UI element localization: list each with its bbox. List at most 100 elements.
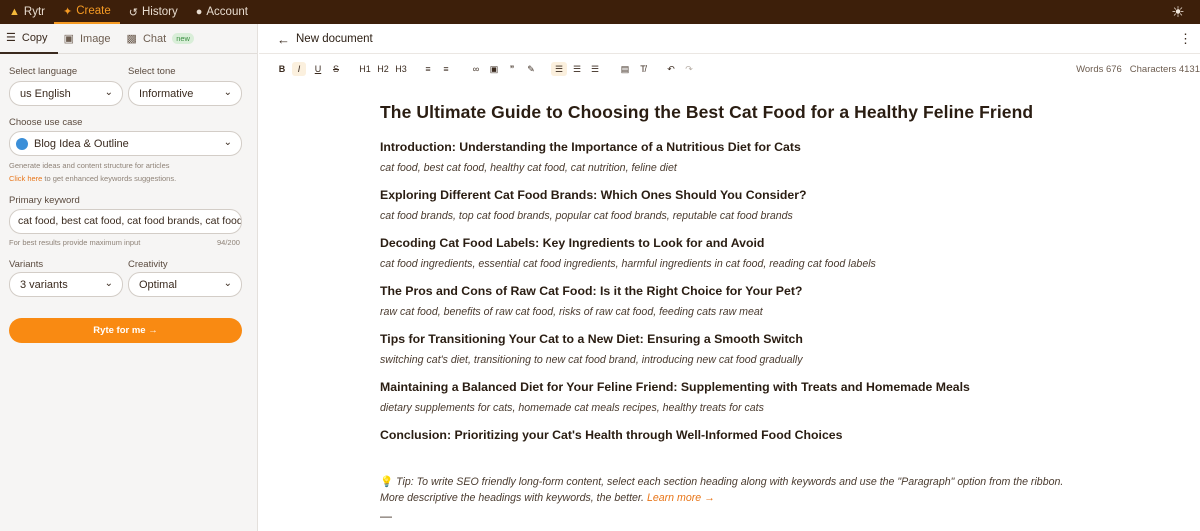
- seo-tip: 💡 Tip: To write SEO friendly long-form c…: [380, 474, 1080, 506]
- tone-select[interactable]: Informative ⌄: [128, 81, 242, 106]
- outline-section: Maintaining a Balanced Diet for Your Fel…: [380, 380, 1080, 414]
- sidebar: ☰ Copy ▣ Image ▩ Chat new Select languag…: [0, 24, 258, 531]
- outline-section: The Pros and Cons of Raw Cat Food: Is it…: [380, 284, 1080, 318]
- tone-value: Informative: [139, 87, 194, 100]
- variants-value: 3 variants: [20, 278, 68, 291]
- section-title: Exploring Different Cat Food Brands: Whi…: [380, 188, 807, 202]
- editor-area: ← New document ⋮ B I U S H1 H2 H3 ≡ ≡ ∞ …: [259, 24, 1200, 531]
- suggestion-text: to get enhanced keywords suggestions.: [42, 174, 177, 183]
- link-icon[interactable]: ∞: [470, 62, 482, 76]
- strike-button[interactable]: S: [330, 62, 342, 76]
- keyword-input[interactable]: cat food, best cat food, cat food brands…: [9, 209, 242, 234]
- bold-button[interactable]: B: [276, 62, 288, 76]
- clear-format-icon[interactable]: T̸: [637, 62, 649, 76]
- tab-chat[interactable]: ▩ Chat new: [121, 24, 204, 54]
- outline-section: Conclusion: Prioritizing your Cat's Heal…: [380, 428, 1080, 442]
- h3-button[interactable]: H3: [393, 62, 409, 76]
- user-icon: ●: [195, 6, 203, 18]
- nav-rytr[interactable]: ▲ Rytr: [0, 0, 54, 24]
- section-keywords: cat food, best cat food, healthy cat foo…: [380, 162, 677, 174]
- section-keywords: raw cat food, benefits of raw cat food, …: [380, 306, 763, 318]
- align-right-icon[interactable]: ☰: [589, 62, 601, 76]
- section-keywords: switching cat's diet, transitioning to n…: [380, 354, 803, 366]
- section-title: The Pros and Cons of Raw Cat Food: Is it…: [380, 284, 803, 298]
- nav-label: Rytr: [23, 6, 45, 18]
- ryte-for-me-button[interactable]: Ryte for me →: [9, 318, 242, 343]
- variants-label: Variants: [9, 259, 44, 270]
- chevron-down-icon: ⌄: [223, 87, 232, 98]
- chevron-down-icon: ⌄: [223, 278, 232, 289]
- click-here-link[interactable]: Click here: [9, 174, 42, 183]
- quote-icon[interactable]: ”: [506, 62, 518, 76]
- use-case-select[interactable]: Blog Idea & Outline ⌄: [9, 131, 242, 156]
- nav-history[interactable]: ↺ History: [120, 0, 187, 24]
- creativity-value: Optimal: [139, 278, 177, 291]
- align-center-icon[interactable]: ☰: [571, 62, 583, 76]
- nav-create[interactable]: ✦ Create: [53, 0, 120, 24]
- sidebar-tabs: ☰ Copy ▣ Image ▩ Chat new: [0, 24, 257, 54]
- language-value: us English: [20, 87, 71, 100]
- tab-copy[interactable]: ☰ Copy: [0, 24, 58, 54]
- creativity-select[interactable]: Optimal ⌄: [128, 272, 242, 297]
- history-icon: ↺: [128, 6, 138, 19]
- chevron-down-icon: ⌄: [223, 137, 232, 148]
- sun-icon[interactable]: ☀: [1166, 0, 1190, 24]
- use-case-helper: Generate ideas and content structure for…: [9, 161, 170, 170]
- chevron-down-icon: ⌄: [104, 278, 113, 289]
- tab-image[interactable]: ▣ Image: [58, 24, 121, 54]
- new-badge: new: [172, 33, 194, 44]
- undo-icon[interactable]: ↶: [665, 62, 677, 76]
- tone-label: Select tone: [128, 66, 176, 77]
- redo-icon[interactable]: ↷: [683, 62, 695, 76]
- back-arrow-icon[interactable]: ←: [277, 32, 290, 47]
- bullet-list-icon[interactable]: ≡: [422, 62, 434, 76]
- keyword-label: Primary keyword: [9, 195, 80, 206]
- keyword-count: 94/200: [217, 238, 240, 247]
- section-keywords: dietary supplements for cats, homemade c…: [380, 402, 764, 414]
- nav-right: ☀: [1166, 0, 1190, 24]
- rytr-logo-icon: ▲: [9, 6, 20, 18]
- character-count: Characters 4131: [1129, 64, 1200, 75]
- image-icon: ▣: [63, 33, 74, 45]
- section-keywords: cat food brands, top cat food brands, po…: [380, 210, 793, 222]
- document-heading: The Ultimate Guide to Choosing the Best …: [380, 102, 1034, 122]
- highlight-icon[interactable]: ✎: [525, 62, 537, 76]
- section-title: Conclusion: Prioritizing your Cat's Heal…: [380, 428, 843, 442]
- separator-dash: —: [380, 509, 392, 523]
- format-toolbar: B I U S H1 H2 H3 ≡ ≡ ∞ ▣ ” ✎ ☰ ☰ ☰ ▤ T̸ …: [259, 56, 1200, 82]
- use-case-value: Blog Idea & Outline: [34, 137, 129, 150]
- language-label: Select language: [9, 66, 78, 77]
- blog-icon: [16, 137, 28, 150]
- tab-label: Chat: [142, 32, 167, 45]
- embed-icon[interactable]: ▤: [619, 62, 631, 76]
- nav-label: Create: [76, 5, 111, 17]
- keyword-suggestion-line: Click here to get enhanced keywords sugg…: [9, 174, 176, 183]
- tip-text: Tip: To write SEO friendly long-form con…: [380, 476, 1064, 504]
- doc-title[interactable]: New document: [296, 33, 373, 45]
- align-left-icon[interactable]: ☰: [551, 62, 567, 76]
- italic-button[interactable]: I: [292, 62, 306, 76]
- sparkle-icon: ✦: [62, 5, 73, 18]
- chevron-down-icon: ⌄: [104, 87, 113, 98]
- doc-header: ← New document ⋮: [259, 24, 1200, 54]
- section-title: Tips for Transitioning Your Cat to a New…: [380, 332, 803, 346]
- language-select[interactable]: us English ⌄: [9, 81, 123, 106]
- h2-button[interactable]: H2: [375, 62, 391, 76]
- chat-icon: ▩: [126, 33, 137, 45]
- creativity-label: Creativity: [128, 259, 168, 270]
- numbered-list-icon[interactable]: ≡: [440, 62, 452, 76]
- outline-section: Tips for Transitioning Your Cat to a New…: [380, 332, 1080, 366]
- outline-section: Exploring Different Cat Food Brands: Whi…: [380, 188, 1080, 222]
- h1-button[interactable]: H1: [357, 62, 373, 76]
- lightbulb-icon: 💡: [380, 476, 394, 488]
- document-body[interactable]: The Ultimate Guide to Choosing the Best …: [380, 102, 1080, 456]
- more-options-icon[interactable]: ⋮: [1179, 31, 1192, 47]
- tab-label: Copy: [21, 31, 48, 44]
- learn-more-link[interactable]: Learn more →: [647, 492, 715, 504]
- lines-icon: ☰: [6, 32, 16, 44]
- doc-stats: Words 676 Characters 4131: [1076, 64, 1200, 75]
- image-icon[interactable]: ▣: [488, 62, 500, 76]
- nav-account[interactable]: ● Account: [187, 0, 257, 24]
- underline-button[interactable]: U: [312, 62, 324, 76]
- variants-select[interactable]: 3 variants ⌄: [9, 272, 123, 297]
